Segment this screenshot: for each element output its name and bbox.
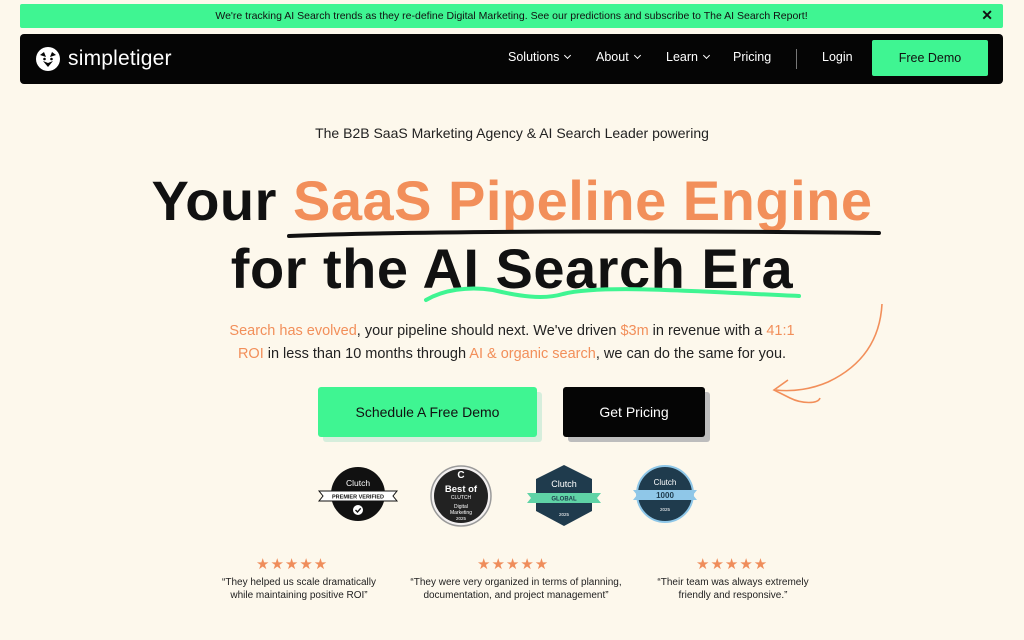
highlight-roi: ROI <box>237 346 264 362</box>
review-line: friendly and responsive.” <box>678 590 788 601</box>
nav-login[interactable]: Login <box>822 50 853 64</box>
review-line: “They were very organized in terms of pl… <box>410 577 622 588</box>
subtext-part: , we can do the same for you. <box>595 346 787 362</box>
highlight-3m: $3m <box>620 323 649 339</box>
clutch-premier-verified-badge: Clutch PREMIER VERIFIED <box>317 467 399 521</box>
review-quote: “Their team was always extremely friendl… <box>628 576 838 602</box>
hero-subtext-line2: ROI in less than 10 months through AI & … <box>0 346 1024 362</box>
badge-ribbon: 1000 <box>656 491 674 500</box>
nav-divider <box>796 49 797 69</box>
badge-year: 2025 <box>559 512 570 517</box>
headline-plain-2: for the <box>230 237 423 300</box>
badge-ribbon: GLOBAL <box>551 497 577 503</box>
free-demo-button[interactable]: Free Demo <box>872 40 988 76</box>
highlight-ratio: 41:1 <box>766 323 795 339</box>
review-line: “Their team was always extremely <box>657 577 809 588</box>
best-of-clutch-badge: C Best of CLUTCH Digital Marketing 2025 <box>430 465 492 527</box>
clutch-1000-badge: Clutch 1000 2025 <box>633 465 697 523</box>
review-line: documentation, and project management” <box>423 590 609 601</box>
get-pricing-button[interactable]: Get Pricing <box>563 387 705 437</box>
chevron-down-icon <box>564 51 572 60</box>
svg-text:C: C <box>457 470 464 481</box>
badge-brand: Clutch <box>551 479 577 489</box>
badge-ribbon: PREMIER VERIFIED <box>332 495 384 501</box>
badge-brand: Clutch <box>346 478 370 488</box>
review-line: while maintaining positive ROI” <box>230 590 368 601</box>
badge-year: 2025 <box>456 516 467 521</box>
nav-pricing-label: Pricing <box>733 50 772 64</box>
logo-text: simpletiger <box>68 47 172 70</box>
chevron-down-icon <box>633 51 641 60</box>
subtext-part: , your pipeline should next. We've drive… <box>356 323 621 339</box>
highlight-ai-organic: AI & organic search <box>469 346 596 362</box>
hero-tagline: The B2B SaaS Marketing Agency & AI Searc… <box>315 125 709 141</box>
hero-subtext-line1: Search has evolved, your pipeline should… <box>0 323 1024 339</box>
clutch-global-badge: Clutch GLOBAL 2025 <box>527 465 601 526</box>
headline-plain-1: Your <box>151 169 293 232</box>
nav-solutions-label: Solutions <box>508 50 560 64</box>
nav-solutions[interactable]: Solutions <box>508 50 572 64</box>
chevron-down-icon <box>702 51 711 60</box>
review-quote: “They were very organized in terms of pl… <box>394 576 638 602</box>
badge-year: 2025 <box>660 507 671 512</box>
tiger-logo-icon <box>36 47 60 71</box>
green-squiggle-decoration <box>424 286 801 302</box>
announcement-bar[interactable]: We're tracking AI Search trends as they … <box>20 4 1003 28</box>
nav-about-label: About <box>596 50 629 64</box>
hero-headline-line1: Your SaaS Pipeline Engine <box>0 168 1024 233</box>
headline-accent-1: SaaS Pipeline Engine <box>292 169 873 232</box>
logo[interactable]: simpletiger <box>35 46 172 72</box>
nav-about[interactable]: About <box>596 50 641 64</box>
highlight-search-evolved: Search has evolved <box>229 323 357 339</box>
schedule-demo-button[interactable]: Schedule A Free Demo <box>318 387 537 437</box>
announcement-text[interactable]: We're tracking AI Search trends as they … <box>215 10 807 22</box>
review-stars-icon: ★★★★★ <box>256 556 329 573</box>
subtext-part: in revenue with a <box>648 323 767 339</box>
nav-pricing[interactable]: Pricing <box>733 50 771 64</box>
review-stars-icon: ★★★★★ <box>477 556 550 573</box>
badge-brand: CLUTCH <box>451 495 472 501</box>
nav-learn[interactable]: Learn <box>666 50 711 64</box>
nav-learn-label: Learn <box>666 50 698 64</box>
badge-brand: Clutch <box>654 478 677 487</box>
subtext-part: in less than 10 months through <box>263 346 470 362</box>
main-nav: simpletiger Solutions About Learn Pricin… <box>20 34 1003 84</box>
nav-login-label: Login <box>822 50 853 64</box>
badge-best-of: Best of <box>445 484 478 495</box>
review-stars-icon: ★★★★★ <box>696 556 769 573</box>
close-icon[interactable]: ✕ <box>981 7 993 24</box>
review-quote: “They helped us scale dramatically while… <box>194 576 404 602</box>
review-line: “They helped us scale dramatically <box>222 577 376 588</box>
